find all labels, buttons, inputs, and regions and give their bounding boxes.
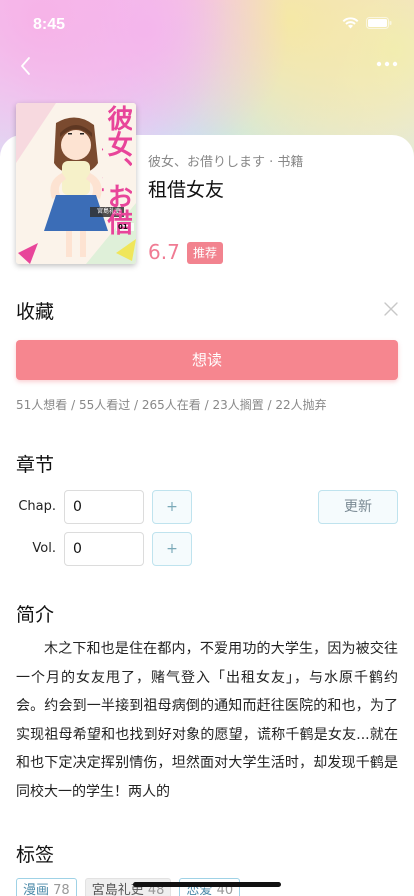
cover-author: 宮島礼吏 [96, 208, 121, 215]
status-time: 8:45 [33, 16, 66, 33]
home-indicator [133, 882, 281, 887]
back-icon[interactable] [14, 54, 38, 78]
wifi-icon [342, 17, 359, 29]
book-meta: 彼女、お借りします · 书籍 [148, 155, 304, 170]
recommend-badge: 推荐 [187, 242, 224, 264]
vol-plus-button[interactable]: + [152, 532, 192, 566]
collect-stats: 51人想看 / 55人看过 / 265人在看 / 23人搁置 / 22人抛弃 [16, 398, 327, 412]
status-icons [342, 17, 392, 29]
tag-name: 漫画 [23, 883, 50, 896]
more-icon[interactable] [376, 58, 398, 70]
tag-item[interactable]: 恋爱 40 [179, 878, 241, 896]
want-to-read-button[interactable]: 想读 [16, 340, 398, 380]
cover-title-jp: 彼女、お借りします [102, 105, 132, 235]
collect-section-title: 收藏 [16, 301, 55, 323]
vol-input[interactable]: 0 [64, 532, 144, 566]
update-button[interactable]: 更新 [318, 490, 398, 524]
chap-label: Chap. [18, 499, 56, 514]
book-cover[interactable]: 彼女、お借りします 宮島礼吏 01 [16, 103, 136, 264]
intro-text: 木之下和也是住在都内，不爱用功的大学生，因为被交往一个月的女友甩了，赌气登入「出… [16, 641, 398, 800]
tag-item[interactable]: 宮島礼吏 48 [84, 878, 172, 896]
cover-volume: 01 [118, 223, 128, 231]
chapter-section-title: 章节 [16, 454, 55, 476]
chap-input[interactable]: 0 [64, 490, 144, 524]
status-bar: 8:45 [0, 0, 414, 48]
close-icon[interactable] [382, 300, 400, 318]
tag-list: 漫画 78 宮島礼吏 48 恋爱 40 [16, 878, 241, 896]
tags-section-title: 标签 [16, 844, 55, 866]
battery-icon [366, 17, 392, 29]
intro-section-title: 简介 [16, 604, 55, 626]
tag-count: 78 [53, 883, 70, 896]
chap-plus-button[interactable]: + [152, 490, 192, 524]
vol-label: Vol. [32, 541, 56, 556]
tag-item[interactable]: 漫画 78 [16, 878, 77, 896]
rating-score: 6.7 [148, 240, 180, 264]
book-title: 租借女友 [148, 179, 225, 201]
